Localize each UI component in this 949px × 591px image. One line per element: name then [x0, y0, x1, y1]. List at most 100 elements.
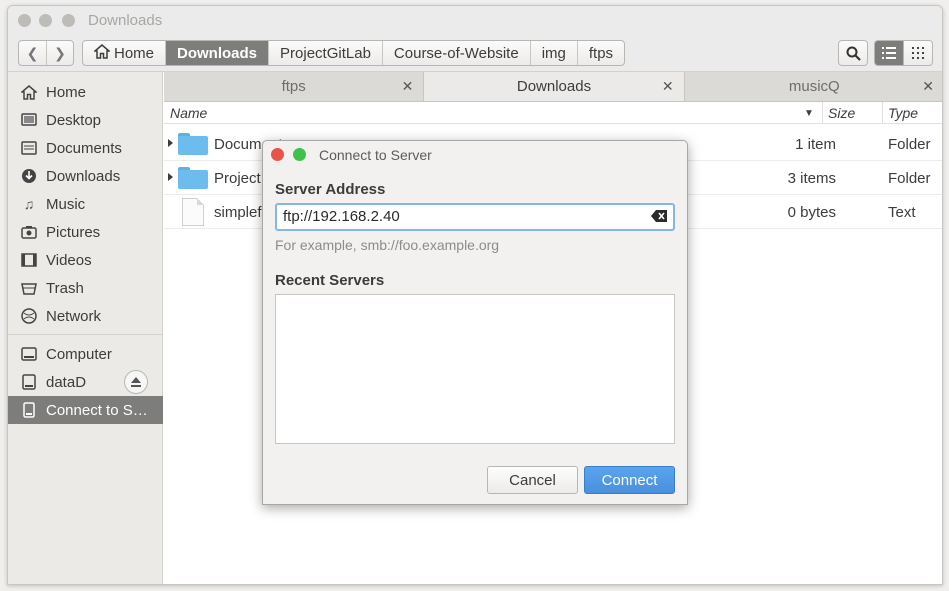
minimize-window-button[interactable] [39, 14, 52, 27]
crumb-label: Home [114, 44, 155, 62]
sidebar-item-label: dataD [46, 373, 87, 391]
close-window-button[interactable] [18, 14, 31, 27]
tab-label: musicQ [788, 78, 840, 95]
crumb-downloads[interactable]: Downloads [166, 41, 270, 65]
crumb-projectgitlab[interactable]: ProjectGitLab [269, 41, 383, 65]
maximize-window-button[interactable] [62, 14, 75, 27]
column-type[interactable]: Type [888, 105, 918, 121]
close-icon[interactable]: ✕ [402, 78, 414, 95]
sidebar-item-pictures[interactable]: Pictures [8, 218, 163, 246]
text-file-icon [182, 198, 204, 226]
cancel-button[interactable]: Cancel [487, 466, 578, 494]
tab-downloads[interactable]: Downloads ✕ [424, 72, 685, 101]
folder-icon [178, 167, 208, 189]
sidebar-item-desktop[interactable]: Desktop [8, 106, 163, 134]
home-icon [92, 43, 112, 63]
column-header: Name ▼ Size Type [164, 102, 942, 124]
crumb-course-of-website[interactable]: Course-of-Website [383, 41, 531, 65]
sidebar-item-label: Documents [46, 139, 122, 157]
sidebar-item-downloads[interactable]: Downloads [8, 162, 163, 190]
download-icon [20, 167, 38, 185]
server-address-label: Server Address [275, 181, 386, 198]
home-icon [20, 83, 38, 101]
back-button[interactable]: ❮ [19, 41, 46, 65]
search-button[interactable] [838, 40, 868, 66]
list-view-button[interactable] [874, 40, 904, 66]
grid-view-button[interactable] [903, 40, 933, 66]
music-icon: ♫ [23, 196, 35, 212]
chevron-right-icon: ❯ [54, 44, 66, 61]
clear-text-icon[interactable] [651, 210, 667, 222]
sidebar-item-datad[interactable]: dataD [8, 368, 163, 396]
dialog-close-button[interactable] [271, 148, 284, 161]
close-icon[interactable]: ✕ [662, 78, 674, 95]
sidebar-item-label: Videos [46, 251, 92, 269]
recent-servers-list[interactable] [275, 294, 675, 444]
close-icon[interactable]: ✕ [922, 78, 934, 95]
sidebar-item-label: Downloads [46, 167, 121, 185]
file-size: 0 bytes [787, 204, 836, 221]
sidebar-item-label: Desktop [46, 111, 102, 129]
documents-icon [20, 139, 38, 157]
column-divider [822, 102, 823, 124]
server-icon [20, 401, 38, 419]
sidebar-item-label: Connect to S… [46, 401, 148, 419]
network-icon [20, 307, 38, 325]
sort-down-icon[interactable]: ▼ [804, 108, 814, 119]
search-icon [846, 46, 861, 61]
sidebar-item-videos[interactable]: Videos [8, 246, 163, 274]
file-type: Text [888, 204, 916, 221]
tab-label: ftps [281, 78, 306, 95]
sidebar-item-label: Computer [46, 345, 112, 363]
crumb-home[interactable]: Home [83, 41, 167, 65]
dialog-title-bar: Connect to Server [263, 141, 687, 169]
video-icon [20, 251, 38, 269]
column-size[interactable]: Size [828, 105, 855, 121]
recent-servers-label: Recent Servers [275, 272, 385, 289]
sidebar-item-label: Network [46, 307, 102, 325]
sidebar: Home Desktop Documents Downloads ♫ Music… [8, 72, 163, 584]
eject-button[interactable] [124, 370, 148, 394]
expand-icon[interactable] [168, 173, 173, 181]
sidebar-item-label: Trash [46, 279, 84, 297]
column-divider [882, 102, 883, 124]
sidebar-item-music[interactable]: ♫ Music [8, 190, 163, 218]
sidebar-item-computer[interactable]: Computer [8, 340, 163, 368]
server-address-input[interactable]: ftp://192.168.2.40 [275, 203, 675, 231]
sidebar-item-home[interactable]: Home [8, 78, 163, 106]
connect-to-server-dialog: Connect to Server Server Address ftp://1… [262, 140, 688, 505]
forward-button[interactable]: ❯ [46, 41, 73, 65]
crumb-img[interactable]: img [531, 41, 578, 65]
sidebar-item-trash[interactable]: Trash [8, 274, 163, 302]
file-name: Project [214, 170, 261, 187]
tab-label: Downloads [516, 78, 592, 95]
drive-icon [20, 373, 38, 391]
sidebar-item-label: Pictures [46, 223, 101, 241]
sidebar-item-connect-to-server[interactable]: Connect to S… [8, 396, 163, 424]
chevron-left-icon: ❮ [26, 44, 39, 61]
list-view-icon [882, 47, 896, 59]
tab-ftps[interactable]: ftps ✕ [164, 72, 425, 101]
file-size: 1 item [795, 136, 836, 153]
toolbar: ❮ ❯ Home Downloads ProjectGitLab Course-… [8, 36, 942, 72]
column-name[interactable]: Name [170, 105, 207, 121]
dialog-maximize-button[interactable] [293, 148, 306, 161]
breadcrumb: Home Downloads ProjectGitLab Course-of-W… [82, 40, 626, 66]
expand-icon[interactable] [168, 139, 173, 147]
sidebar-item-label: Music [46, 195, 86, 213]
nav-buttons: ❮ ❯ [18, 40, 74, 66]
tab-musicq[interactable]: musicQ ✕ [685, 72, 942, 101]
server-address-value: ftp://192.168.2.40 [283, 208, 400, 225]
computer-icon [20, 345, 38, 363]
sidebar-item-documents[interactable]: Documents [8, 134, 163, 162]
sidebar-item-network[interactable]: Network [8, 302, 163, 330]
connect-button[interactable]: Connect [584, 466, 675, 494]
sidebar-divider [8, 334, 163, 335]
sidebar-item-label: Home [46, 83, 87, 101]
file-type: Folder [888, 136, 931, 153]
crumb-ftps[interactable]: ftps [578, 41, 624, 65]
grid-view-icon [912, 47, 924, 59]
dialog-title: Connect to Server [319, 147, 432, 163]
file-type: Folder [888, 170, 931, 187]
file-size: 3 items [787, 170, 836, 187]
